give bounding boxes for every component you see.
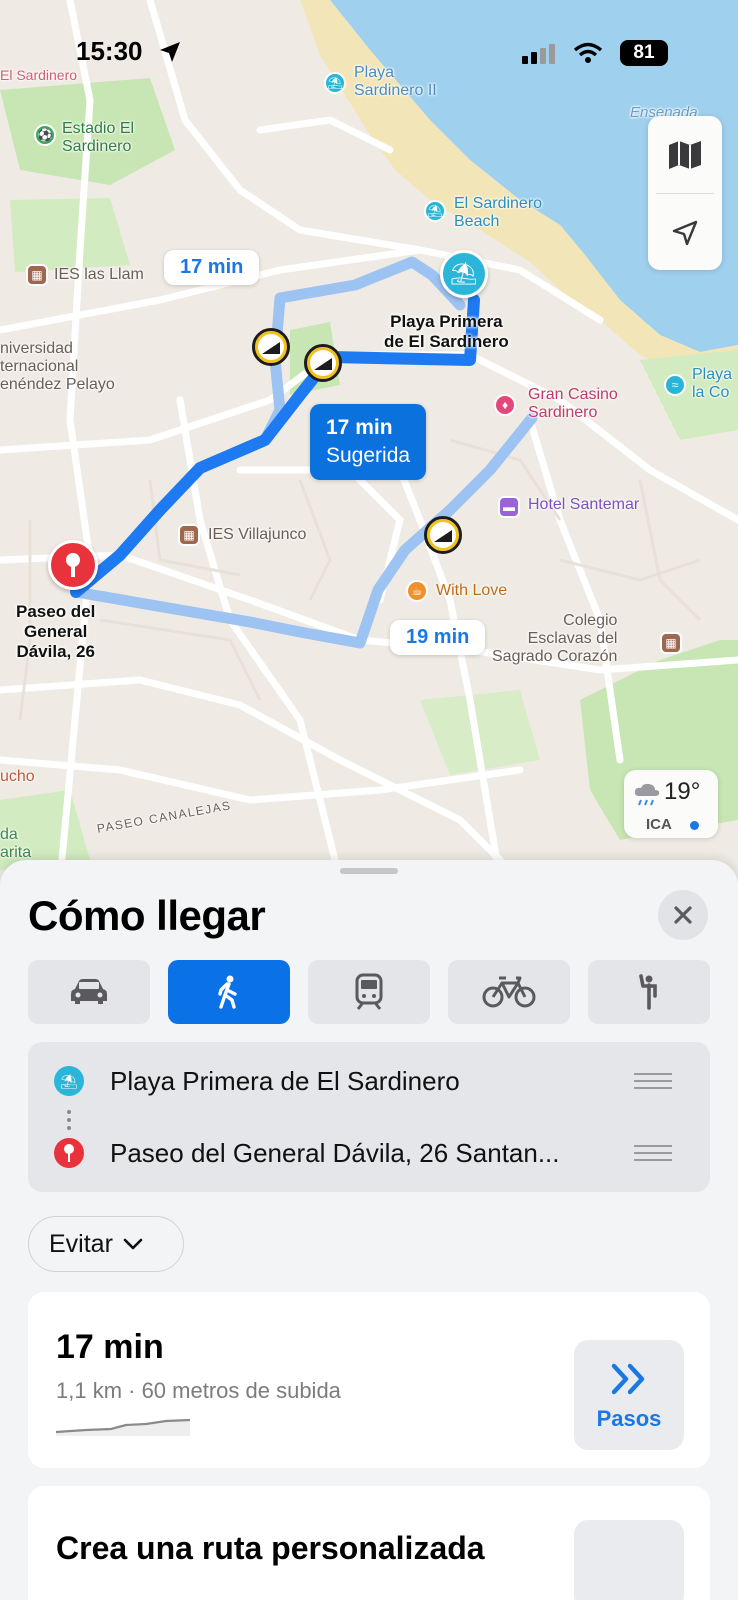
school-icon[interactable]: ▦ [660, 632, 682, 654]
map-label: El Sardinero [0, 67, 78, 83]
map-label: Playa la Co [692, 366, 733, 401]
steps-label: Pasos [596, 1406, 662, 1431]
route-option-card[interactable]: 17 min 1,1 km · 60 metros de subida Paso… [28, 1292, 710, 1468]
walk-icon [218, 975, 237, 1009]
destination-label: Paseo del General Dávila, 26 [16, 602, 96, 661]
map-label: Playa Sardinero II [354, 64, 437, 99]
destination-field[interactable]: Paseo del General Dávila, 26 Santan... [110, 1138, 630, 1169]
origin-label: Playa Primera de El Sardinero [384, 312, 509, 351]
map-label: da arita [0, 826, 32, 861]
transit-icon [355, 973, 383, 1010]
destination-pin-icon[interactable] [48, 540, 98, 590]
battery-indicator: 81 [620, 40, 668, 66]
weather-widget[interactable]: 19° ICA [624, 770, 718, 838]
map-label: ucho [0, 768, 35, 785]
air-quality-dot [690, 821, 699, 830]
route-time-bubble[interactable]: 17 min [164, 250, 260, 285]
origin-beach-pin-icon[interactable]: ⛱ [440, 250, 488, 298]
stadium-icon[interactable]: ⚽ [34, 124, 56, 146]
uphill-icon [304, 344, 342, 382]
transport-mode-selector [28, 960, 710, 1024]
origin-row[interactable]: ⛱ Playa Primera de El Sardinero [28, 1044, 710, 1118]
cafe-icon[interactable]: ☕ [406, 580, 428, 602]
map-icon [669, 140, 701, 169]
pin-icon [54, 1138, 84, 1168]
elevation-profile-graph [56, 1418, 191, 1436]
route-suggested-label: Sugerida [326, 444, 411, 467]
location-arrow-icon [160, 42, 180, 62]
chevron-down-icon [123, 1238, 143, 1250]
sheet-grabber[interactable] [340, 868, 398, 874]
custom-route-card[interactable]: Crea una ruta personalizada [28, 1486, 710, 1600]
reorder-handle-icon[interactable] [634, 1140, 672, 1166]
route-time-bubble[interactable]: 19 min [390, 620, 486, 655]
avoid-button[interactable]: Evitar [28, 1216, 184, 1272]
status-time: 15:30 [76, 36, 143, 66]
reorder-handle-icon[interactable] [634, 1068, 672, 1094]
map-label: El Sardinero Beach [454, 195, 543, 230]
steps-button[interactable]: Pasos [574, 1340, 684, 1450]
mode-car-button[interactable] [28, 960, 150, 1024]
map-controls [648, 116, 722, 270]
close-icon [674, 906, 692, 924]
beach-icon: ⛱ [54, 1066, 84, 1096]
mode-rideshare-button[interactable] [588, 960, 710, 1024]
mode-walk-button[interactable] [168, 960, 290, 1024]
sheet-title: Cómo llegar [28, 892, 266, 939]
route-details: 1,1 km · 60 metros de subida [56, 1378, 341, 1403]
beach-icon[interactable]: ⛱ [424, 200, 446, 222]
map-mode-button[interactable] [648, 116, 722, 193]
route-time-bubble-selected[interactable]: 17 min Sugerida [310, 404, 427, 480]
rain-cloud-icon [634, 783, 660, 806]
mode-bike-button[interactable] [448, 960, 570, 1024]
map-label: Gran Casino Sardinero [528, 386, 618, 421]
close-button[interactable] [658, 890, 708, 940]
air-quality-label: ICA [646, 816, 672, 833]
avoid-label: Evitar [49, 1229, 113, 1258]
custom-route-title: Crea una ruta personalizada [56, 1530, 485, 1566]
temperature: 19° [664, 778, 701, 805]
casino-icon[interactable]: ♦ [494, 394, 516, 416]
mode-transit-button[interactable] [308, 960, 430, 1024]
map-label: niversidad ternacional enéndez Pelayo [0, 340, 115, 393]
double-chevron-right-icon [611, 1363, 645, 1395]
hotel-icon[interactable]: ▬ [498, 496, 520, 518]
route-duration: 17 min [56, 1328, 164, 1366]
route-time: 17 min [326, 416, 393, 439]
wifi-icon [573, 42, 603, 63]
school-icon[interactable]: ▦ [26, 264, 48, 286]
map-label: With Love [436, 582, 508, 599]
map-label: IES las Llam [54, 266, 144, 283]
cellular-signal-icon [522, 44, 555, 64]
route-endpoints: ⛱ Playa Primera de El Sardinero Paseo de… [28, 1042, 710, 1192]
car-icon [71, 979, 107, 1004]
uphill-icon [252, 328, 290, 366]
uphill-icon [424, 516, 462, 554]
swim-icon[interactable]: ≈ [664, 374, 686, 396]
school-icon[interactable]: ▦ [178, 524, 200, 546]
beach-icon[interactable]: ⛱ [324, 72, 346, 94]
map-label: Estadio El Sardinero [62, 120, 135, 155]
map-view[interactable]: 15:30 81 El Sardinero ⛱ Playa Sardinero … [0, 0, 738, 880]
origin-field[interactable]: Playa Primera de El Sardinero [110, 1066, 630, 1097]
rideshare-icon [639, 974, 657, 1010]
directions-sheet: Cómo llegar ⛱ Playa Primera de El Sardin… [0, 860, 738, 1600]
map-label: Hotel Santemar [528, 496, 640, 513]
destination-row[interactable]: Paseo del General Dávila, 26 Santan... [28, 1116, 710, 1190]
custom-route-button[interactable] [574, 1520, 684, 1600]
current-location-button[interactable] [648, 194, 722, 271]
location-arrow-icon [672, 220, 698, 245]
bike-icon [482, 976, 536, 1008]
map-label: IES Villajunco [208, 526, 307, 543]
map-label: Colegio Esclavas del Sagrado Corazón [492, 612, 618, 665]
